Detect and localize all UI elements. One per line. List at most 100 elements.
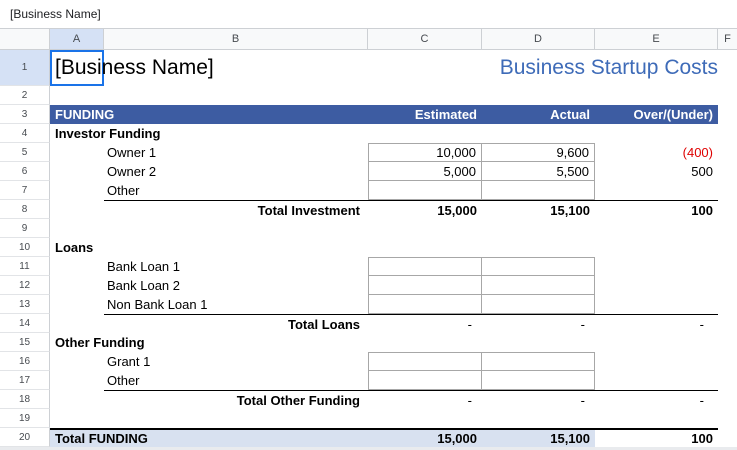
cell-C5-owner1-estimated[interactable]: 10,000 (368, 143, 482, 162)
row-header-17[interactable]: 17 (0, 371, 50, 390)
cell-C6-owner2-estimated[interactable]: 5,000 (368, 162, 482, 181)
cell-D14-total-loans-actual[interactable]: - (482, 314, 595, 333)
row-header-9[interactable]: 9 (0, 219, 50, 238)
cell-D17-other-actual[interactable] (482, 371, 595, 390)
cell-E6-owner2-over-under[interactable]: 500 (595, 162, 718, 181)
cell-E3-over-under-header[interactable]: Over/(Under) (595, 105, 718, 124)
cell-D12-bank-loan-2-actual[interactable] (482, 276, 595, 295)
sheet-row-7: 7 Other (0, 181, 737, 200)
column-header-a[interactable]: A (50, 29, 104, 49)
cell-C16-grant-1-estimated[interactable] (368, 352, 482, 371)
row-header-4[interactable]: 4 (0, 124, 50, 143)
cell-A14[interactable] (50, 314, 104, 333)
row-header-8[interactable]: 8 (0, 200, 50, 219)
cell-B5-owner1-label[interactable]: Owner 1 (104, 143, 368, 162)
cell-A17[interactable] (50, 371, 104, 390)
cell-D20-total-funding-actual[interactable]: 15,100 (482, 428, 595, 447)
cell-C13-non-bank-loan-1-estimated[interactable] (368, 295, 482, 314)
cell-E8-total-investment-over-under[interactable]: 100 (595, 200, 718, 219)
cell-E20-total-funding-over-under[interactable]: 100 (595, 428, 718, 447)
cell-A18[interactable] (50, 390, 104, 409)
row-header-11[interactable]: 11 (0, 257, 50, 276)
cell-E5-owner1-over-under[interactable]: (400) (595, 143, 718, 162)
cell-B6-owner2-label[interactable]: Owner 2 (104, 162, 368, 181)
cell-C18-total-other-funding-estimated[interactable]: - (368, 390, 482, 409)
cell-C7-other-estimated[interactable] (368, 181, 482, 200)
cell-E18-total-other-funding-over-under[interactable]: - (595, 390, 718, 409)
sheet-row-20: 20 Total FUNDING 15,000 15,100 100 (0, 428, 737, 447)
cell-D16-grant-1-actual[interactable] (482, 352, 595, 371)
column-header-c[interactable]: C (368, 29, 482, 49)
sheet-row-15: 15 Other Funding (0, 333, 737, 352)
sheet-row-13: 13 Non Bank Loan 1 (0, 295, 737, 314)
sheet-row-12: 12 Bank Loan 2 (0, 276, 737, 295)
cell-B7-other-label[interactable]: Other (104, 181, 368, 200)
cell-D5-owner1-actual[interactable]: 9,600 (482, 143, 595, 162)
cell-title-business-startup-costs[interactable]: Business Startup Costs (500, 50, 718, 86)
column-header-b[interactable]: B (104, 29, 368, 49)
cell-A13[interactable] (50, 295, 104, 314)
cell-A4-investor-funding[interactable]: Investor Funding (50, 124, 368, 143)
row-header-5[interactable]: 5 (0, 143, 50, 162)
cell-C14-total-loans-estimated[interactable]: - (368, 314, 482, 333)
spreadsheet-app: [Business Name] A B C D E F 1 [Business … (0, 0, 737, 450)
row-header-3[interactable]: 3 (0, 105, 50, 124)
cell-B12-bank-loan-2-label[interactable]: Bank Loan 2 (104, 276, 368, 295)
cell-A12[interactable] (50, 276, 104, 295)
sheet-row-19: 19 (0, 409, 737, 428)
row-header-14[interactable]: 14 (0, 314, 50, 333)
row-header-19[interactable]: 19 (0, 409, 50, 428)
column-header-d[interactable]: D (482, 29, 595, 49)
cell-D18-total-other-funding-actual[interactable]: - (482, 390, 595, 409)
cell-C12-bank-loan-2-estimated[interactable] (368, 276, 482, 295)
cell-B13-non-bank-loan-1-label[interactable]: Non Bank Loan 1 (104, 295, 368, 314)
row-header-13[interactable]: 13 (0, 295, 50, 314)
cell-A16[interactable] (50, 352, 104, 371)
sheet-row-10: 10 Loans (0, 238, 737, 257)
row-header-18[interactable]: 18 (0, 390, 50, 409)
sheet-row-8: 8 Total Investment 15,000 15,100 100 (0, 200, 737, 219)
cell-D11-bank-loan-1-actual[interactable] (482, 257, 595, 276)
sheet-row-3: 3 FUNDING Estimated Actual Over/(Under) (0, 105, 737, 124)
cell-C8-total-investment-estimated[interactable]: 15,000 (368, 200, 482, 219)
row-header-20[interactable]: 20 (0, 428, 50, 447)
cell-C11-bank-loan-1-estimated[interactable] (368, 257, 482, 276)
cell-B18-total-other-funding-label[interactable]: Total Other Funding (104, 390, 368, 409)
cell-D13-non-bank-loan-1-actual[interactable] (482, 295, 595, 314)
cell-A5[interactable] (50, 143, 104, 162)
cell-A3-funding-header[interactable]: FUNDING (50, 105, 368, 124)
column-header-f[interactable]: F (718, 29, 737, 49)
cell-A11[interactable] (50, 257, 104, 276)
cell-C20-total-funding-estimated[interactable]: 15,000 (368, 428, 482, 447)
cell-A1-business-name[interactable]: [Business Name] (55, 50, 214, 86)
cell-A8[interactable] (50, 200, 104, 219)
cell-B8-total-investment-label[interactable]: Total Investment (104, 200, 368, 219)
cell-C17-other-estimated[interactable] (368, 371, 482, 390)
cell-D3-actual-header[interactable]: Actual (482, 105, 595, 124)
cell-D6-owner2-actual[interactable]: 5,500 (482, 162, 595, 181)
row-header-12[interactable]: 12 (0, 276, 50, 295)
row-header-15[interactable]: 15 (0, 333, 50, 352)
cell-E14-total-loans-over-under[interactable]: - (595, 314, 718, 333)
cell-B14-total-loans-label[interactable]: Total Loans (104, 314, 368, 333)
cell-D7-other-actual[interactable] (482, 181, 595, 200)
cell-A20-total-funding-label[interactable]: Total FUNDING (50, 428, 368, 447)
row-header-1[interactable]: 1 (0, 50, 50, 86)
cell-B11-bank-loan-1-label[interactable]: Bank Loan 1 (104, 257, 368, 276)
row-header-6[interactable]: 6 (0, 162, 50, 181)
cell-D8-total-investment-actual[interactable]: 15,100 (482, 200, 595, 219)
select-all-corner[interactable] (0, 29, 50, 49)
cell-A10-loans[interactable]: Loans (50, 238, 368, 257)
row-header-10[interactable]: 10 (0, 238, 50, 257)
formula-bar[interactable]: [Business Name] (0, 0, 737, 28)
cell-A6[interactable] (50, 162, 104, 181)
cell-B16-grant-1-label[interactable]: Grant 1 (104, 352, 368, 371)
cell-A15-other-funding[interactable]: Other Funding (50, 333, 368, 352)
cell-A7[interactable] (50, 181, 104, 200)
row-header-2[interactable]: 2 (0, 86, 50, 105)
cell-B17-other-label[interactable]: Other (104, 371, 368, 390)
row-header-16[interactable]: 16 (0, 352, 50, 371)
row-header-7[interactable]: 7 (0, 181, 50, 200)
column-header-e[interactable]: E (595, 29, 718, 49)
cell-C3-estimated-header[interactable]: Estimated (368, 105, 482, 124)
